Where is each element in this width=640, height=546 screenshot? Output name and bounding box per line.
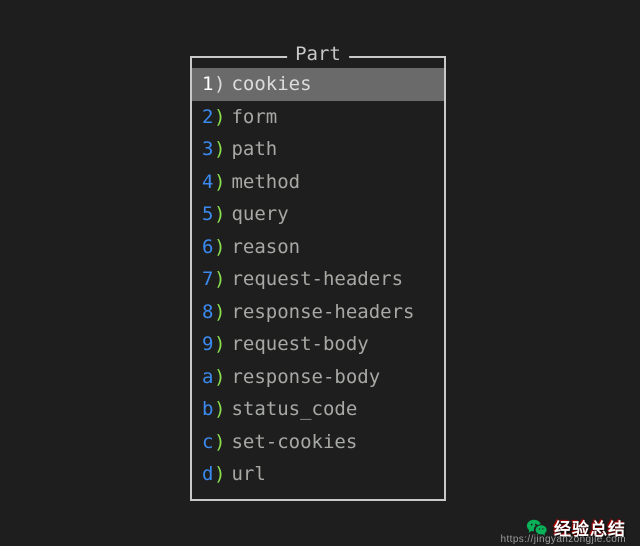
- menu-item-url[interactable]: d)url: [192, 458, 444, 491]
- menu-item-form[interactable]: 2)form: [192, 101, 444, 134]
- menu-item-key: 6: [202, 233, 214, 262]
- part-panel: Part 1)cookies2)form3)path4)method5)quer…: [190, 56, 446, 501]
- menu-item-label: response-headers: [231, 298, 414, 327]
- menu-item-key: 7: [202, 265, 214, 294]
- paren-icon: ): [214, 135, 225, 164]
- menu-item-label: request-headers: [231, 265, 403, 294]
- menu-item-label: form: [231, 103, 277, 132]
- menu-item-request-body[interactable]: 9)request-body: [192, 328, 444, 361]
- paren-icon: ): [214, 233, 225, 262]
- paren-icon: ): [214, 330, 225, 359]
- menu-item-response-headers[interactable]: 8)response-headers: [192, 296, 444, 329]
- menu-item-path[interactable]: 3)path: [192, 133, 444, 166]
- menu-item-key: 8: [202, 298, 214, 327]
- menu-item-label: method: [231, 168, 300, 197]
- menu-item-label: cookies: [231, 70, 311, 99]
- paren-icon: ): [214, 460, 225, 489]
- menu-item-label: request-body: [231, 330, 368, 359]
- paren-icon: ): [214, 265, 225, 294]
- menu-item-label: url: [231, 460, 265, 489]
- menu-item-key: a: [202, 363, 214, 392]
- menu-item-key: 4: [202, 168, 214, 197]
- menu-item-key: 9: [202, 330, 214, 359]
- menu-item-key: c: [202, 428, 214, 457]
- paren-icon: ): [214, 70, 225, 99]
- menu-item-label: query: [231, 200, 288, 229]
- menu-item-set-cookies[interactable]: c)set-cookies: [192, 426, 444, 459]
- paren-icon: ): [214, 363, 225, 392]
- menu-item-label: set-cookies: [231, 428, 357, 457]
- menu-item-key: 3: [202, 135, 214, 164]
- menu-item-method[interactable]: 4)method: [192, 166, 444, 199]
- menu-item-label: status_code: [231, 395, 357, 424]
- panel-list: 1)cookies2)form3)path4)method5)query6)re…: [192, 68, 444, 491]
- paren-icon: ): [214, 395, 225, 424]
- menu-item-query[interactable]: 5)query: [192, 198, 444, 231]
- menu-item-label: path: [231, 135, 277, 164]
- watermark-sub: https://jingyanzongjie.com: [501, 534, 626, 545]
- menu-item-request-headers[interactable]: 7)request-headers: [192, 263, 444, 296]
- menu-item-key: 2: [202, 103, 214, 132]
- menu-item-key: 5: [202, 200, 214, 229]
- menu-item-key: 1: [202, 70, 214, 99]
- menu-item-label: reason: [231, 233, 300, 262]
- menu-item-cookies[interactable]: 1)cookies: [192, 68, 444, 101]
- panel-title: Part: [287, 43, 349, 65]
- menu-item-response-body[interactable]: a)response-body: [192, 361, 444, 394]
- menu-item-key: b: [202, 395, 214, 424]
- paren-icon: ): [214, 103, 225, 132]
- menu-item-reason[interactable]: 6)reason: [192, 231, 444, 264]
- menu-item-key: d: [202, 460, 214, 489]
- menu-item-status_code[interactable]: b)status_code: [192, 393, 444, 426]
- paren-icon: ): [214, 200, 225, 229]
- paren-icon: ): [214, 168, 225, 197]
- paren-icon: ): [214, 298, 225, 327]
- menu-item-label: response-body: [231, 363, 380, 392]
- paren-icon: ): [214, 428, 225, 457]
